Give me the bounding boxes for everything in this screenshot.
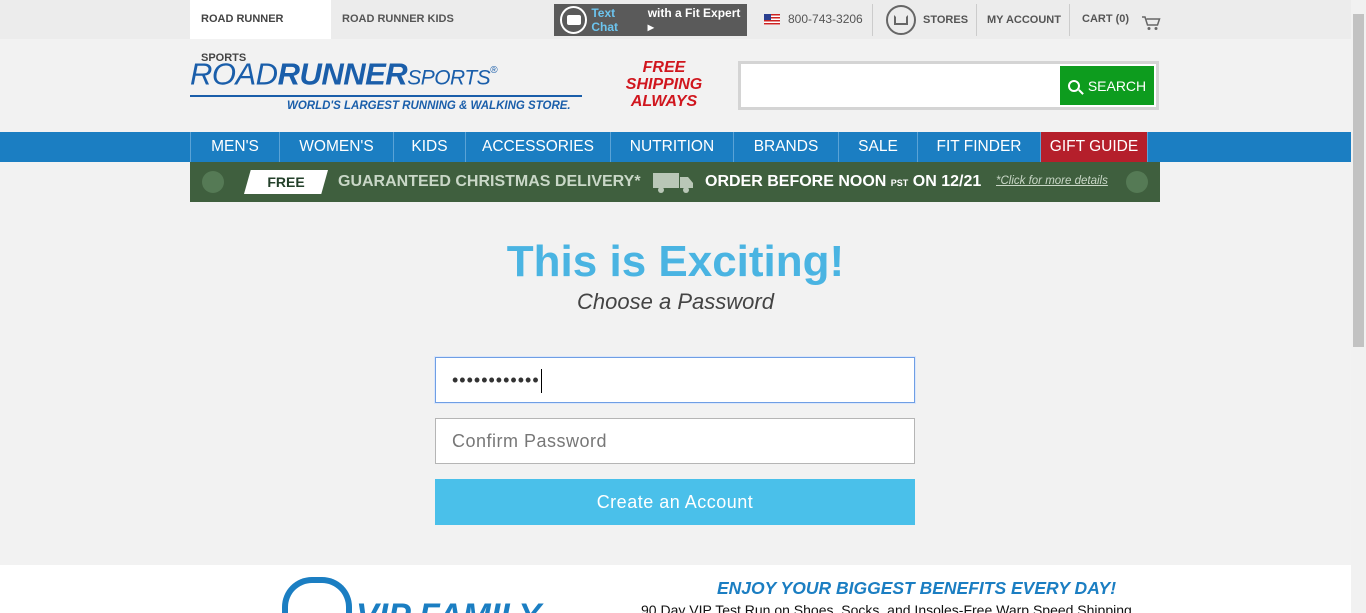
my-account-link[interactable]: MY ACCOUNT xyxy=(987,0,1061,39)
vip-section: VIP FAMILY ENJOY YOUR BIGGEST BENEFITS E… xyxy=(0,565,1351,613)
truck-icon xyxy=(653,173,693,193)
page-title: This is Exciting! xyxy=(506,237,845,286)
nav-brands[interactable]: BRANDS xyxy=(734,132,839,162)
store-icon xyxy=(886,4,916,35)
scrollbar-thumb[interactable] xyxy=(1353,14,1364,347)
search-bar: SEARCH xyxy=(738,61,1159,110)
stores-label: STORES xyxy=(923,13,969,26)
free-shipping-line: SHIPPING xyxy=(625,76,703,93)
page-scrollbar[interactable] xyxy=(1351,0,1366,613)
logo-tagline: WORLD'S LARGEST RUNNING & WALKING STORE. xyxy=(287,100,571,113)
utility-bar: ROAD RUNNER SPORTS ROAD RUNNER KIDS Text… xyxy=(0,0,1351,64)
chat-bubble-icon xyxy=(560,6,588,34)
banner-order: ORDER BEFORE NOON xyxy=(705,173,887,190)
free-shipping-line: ALWAYS xyxy=(630,93,698,110)
main-nav: MEN'S WOMEN'S KIDS ACCESSORIES NUTRITION… xyxy=(0,132,1351,162)
vip-family-logo-icon xyxy=(282,577,352,613)
ornament-icon xyxy=(202,171,224,193)
search-button-label: SEARCH xyxy=(1087,77,1147,94)
nav-nutrition[interactable]: NUTRITION xyxy=(611,132,734,162)
banner-order-text: ORDER BEFORE NOON PST ON 12/21 xyxy=(705,173,981,191)
logo-road: ROAD xyxy=(190,56,278,92)
password-field[interactable]: •••••••••••• xyxy=(435,357,915,403)
search-icon xyxy=(1067,79,1080,92)
logo-rule xyxy=(190,95,582,98)
vip-headline: ENJOY YOUR BIGGEST BENEFITS EVERY DAY! xyxy=(717,578,1117,598)
nav-accessories[interactable]: ACCESSORIES xyxy=(466,132,611,162)
phone-number: 800-743-3206 xyxy=(788,12,863,26)
phone-link[interactable]: 800-743-3206 xyxy=(764,0,863,39)
logo-registered: ® xyxy=(490,65,498,76)
cart-link[interactable]: CART (0) xyxy=(1082,0,1161,39)
nav-sale[interactable]: SALE xyxy=(839,132,918,162)
search-input[interactable] xyxy=(741,64,1059,107)
christmas-delivery-banner[interactable]: FREE GUARANTEED CHRISTMAS DELIVERY* ORDE… xyxy=(190,162,1160,202)
tab-road-runner-kids[interactable]: ROAD RUNNER KIDS xyxy=(331,0,465,39)
tab-road-runner-sports[interactable]: ROAD RUNNER SPORTS xyxy=(190,0,331,64)
site-logo[interactable]: ROADRUNNERSPORTS® WORLD'S LARGEST RUNNIN… xyxy=(190,55,595,113)
password-value: •••••••••••• xyxy=(452,370,540,390)
nav-gift-guide[interactable]: GIFT GUIDE xyxy=(1041,132,1148,162)
nav-womens[interactable]: WOMEN'S xyxy=(280,132,394,162)
banner-guaranteed: GUARANTEED CHRISTMAS DELIVERY* xyxy=(338,173,641,190)
nav-mens[interactable]: MEN'S xyxy=(191,132,280,162)
text-caret xyxy=(540,369,542,394)
cart-label: CART (0) xyxy=(1082,13,1130,25)
banner-date: ON 12/21 xyxy=(912,173,982,190)
banner-details-link[interactable]: *Click for more details xyxy=(996,175,1108,187)
divider xyxy=(976,4,977,36)
text-chat-highlight: Text Chat xyxy=(591,6,619,34)
free-shipping-line: FREE xyxy=(642,59,686,76)
divider xyxy=(1069,4,1070,36)
logo-sports: SPORTS xyxy=(407,66,491,90)
cart-icon xyxy=(1142,15,1161,30)
banner-free-tag: FREE xyxy=(244,170,328,194)
nav-fit-finder[interactable]: FIT FINDER xyxy=(918,132,1041,162)
create-account-button[interactable]: Create an Account xyxy=(435,479,915,525)
stores-link[interactable]: STORES xyxy=(886,0,968,39)
page-subtitle: Choose a Password xyxy=(577,289,774,314)
us-flag-icon xyxy=(764,14,780,25)
confirm-password-input[interactable] xyxy=(452,420,898,463)
confirm-password-field xyxy=(435,418,915,464)
vip-logo-text: VIP FAMILY xyxy=(356,597,541,613)
nav-kids[interactable]: KIDS xyxy=(394,132,466,162)
free-shipping-badge[interactable]: FREE SHIPPING ALWAYS xyxy=(622,59,706,110)
search-button[interactable]: SEARCH xyxy=(1060,66,1154,105)
text-chat-button[interactable]: Text Chat with a Fit Expert ▸ xyxy=(554,4,747,36)
banner-timezone: PST xyxy=(890,178,909,188)
vip-benefits: 90 Day VIP Test Run on Shoes, Socks, and… xyxy=(641,602,1132,613)
divider xyxy=(872,4,873,36)
text-chat-label: with a Fit Expert ▸ xyxy=(647,6,741,34)
ornament-icon xyxy=(1126,171,1148,193)
logo-runner: RUNNER xyxy=(277,56,408,92)
